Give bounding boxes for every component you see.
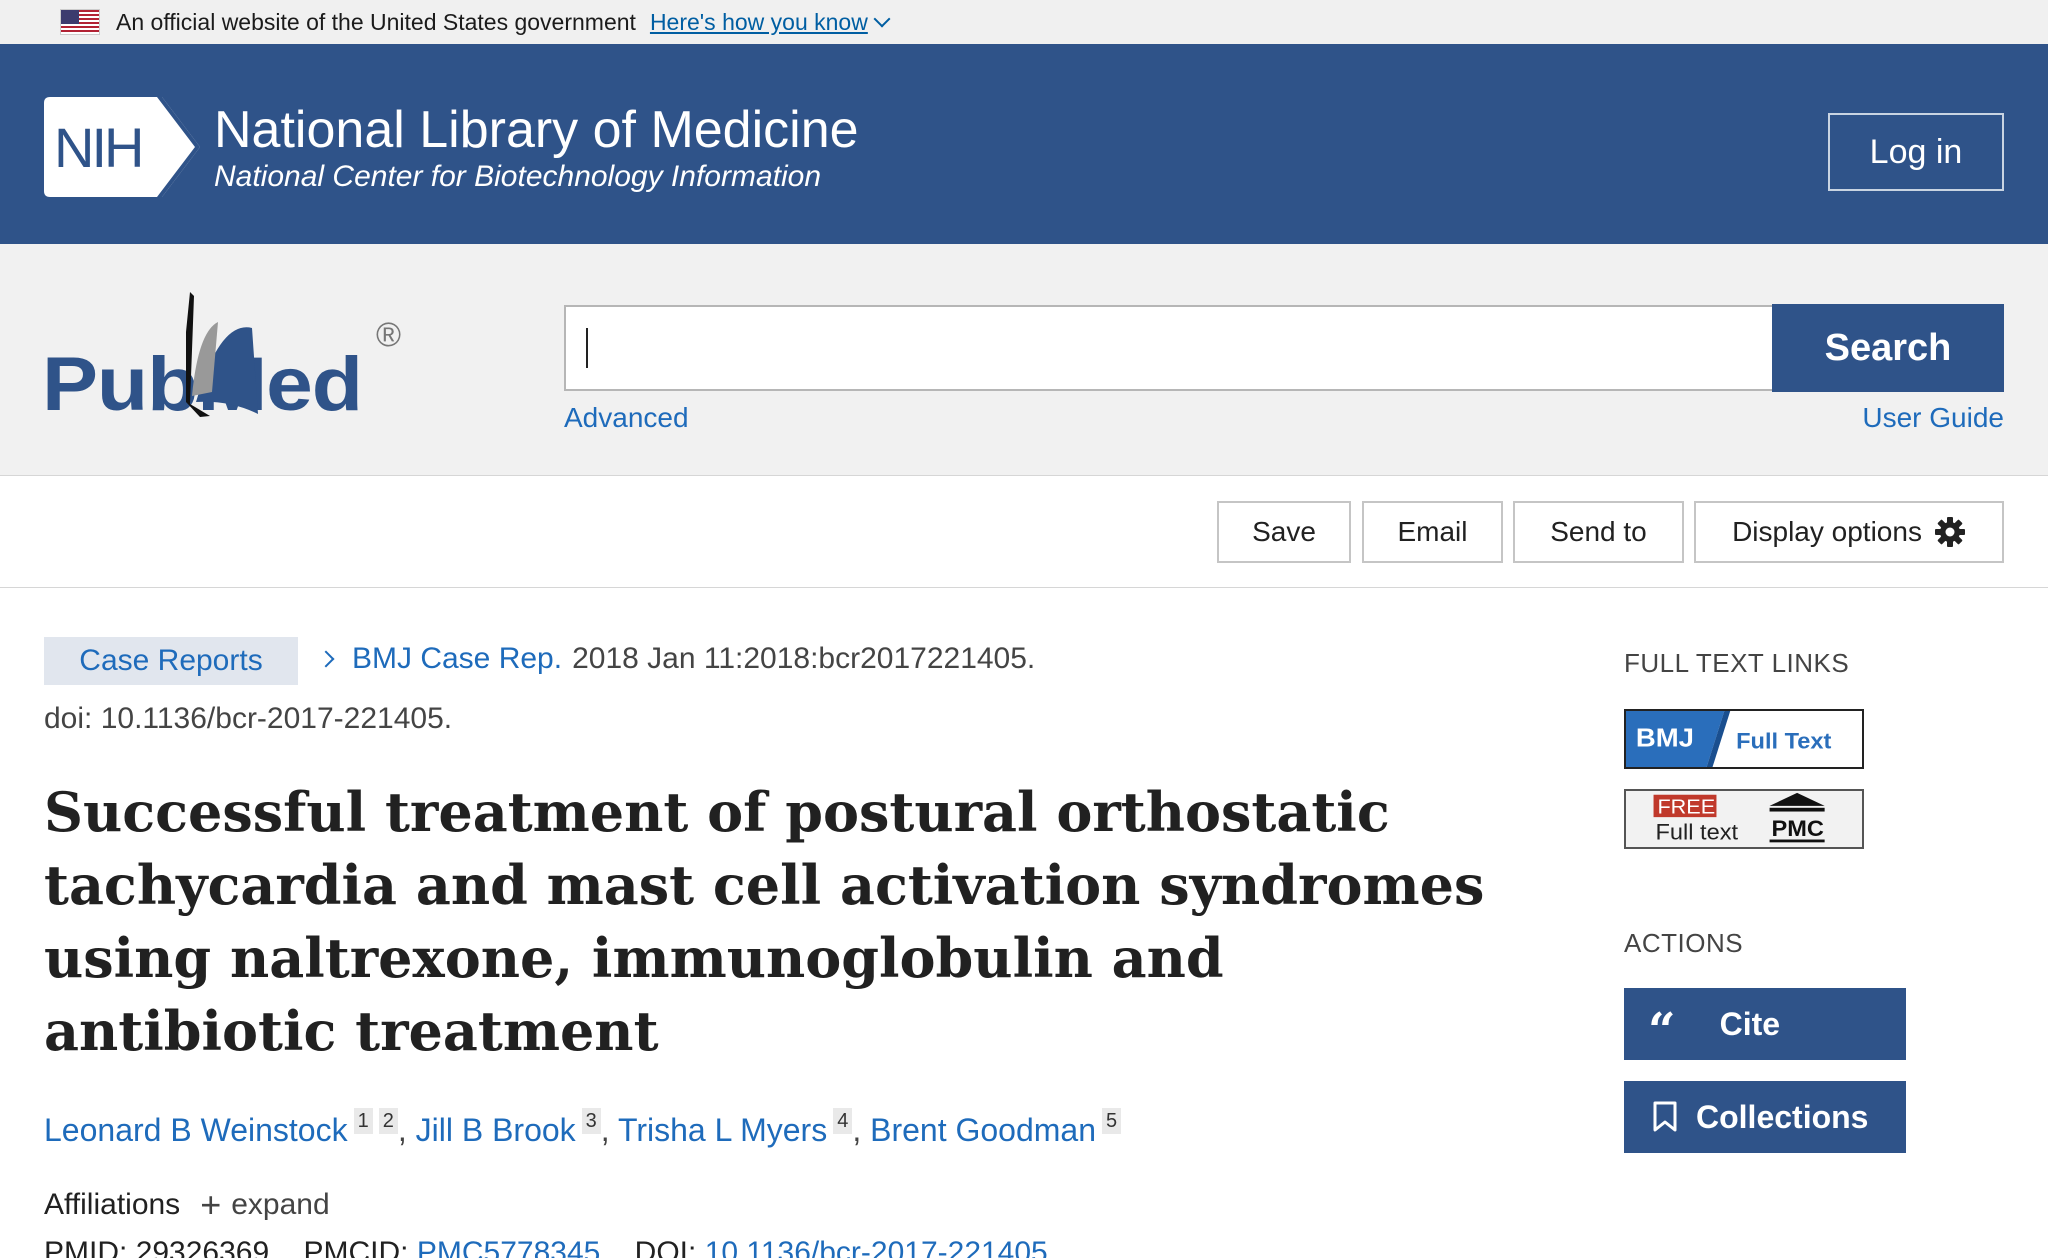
collections-button[interactable]: Collections [1624,1081,1906,1153]
author-link[interactable]: Brent Goodman [870,1112,1096,1148]
affiliation-ref[interactable]: 5 [1102,1108,1122,1134]
ncbi-subtitle: National Center for Biotechnology Inform… [214,160,822,193]
email-button[interactable]: Email [1362,501,1503,563]
user-guide-link[interactable]: User Guide [1862,402,2004,434]
pmid-value: 29326369 [135,1236,270,1258]
nih-header: NIH National Library of Medicine Nationa… [0,44,2048,244]
journal-link[interactable]: BMJ Case Rep. [352,642,562,676]
search-area: PubMed ® Search Advanced User Guide [0,244,2048,476]
registered-mark: ® [376,316,401,354]
pmc-logo: PMC [1772,815,1824,840]
affiliation-ref[interactable]: 1 [353,1108,373,1134]
plus-icon[interactable]: + [200,1184,221,1226]
affiliation-ref[interactable]: 3 [581,1108,601,1134]
chevron-right-icon [317,650,335,668]
citation-text: 2018 Jan 11:2018:bcr2017221405. [572,642,1036,675]
doi-line: doi: 10.1136/bcr-2017-221405. [44,702,453,735]
bookmark-icon [1653,1101,1677,1132]
author-link[interactable]: Jill B Brook [416,1112,576,1148]
collections-button-label: Collections [1696,1098,1869,1135]
citation-line: BMJ Case Rep. 2018 Jan 11:2018:bcr201722… [317,642,1036,676]
doi-label: DOI: [634,1236,697,1258]
chevron-down-icon [873,10,891,28]
identifiers-row: PMID: 29326369 PMCID: PMC5778345 DOI: 10… [44,1236,1048,1258]
text-cursor [586,328,588,368]
pmc-free-full-text-link[interactable]: FREE Full text PMC [1624,789,1864,849]
expand-affiliations-button[interactable]: expand [231,1188,329,1222]
gov-banner-text: An official website of the United States… [116,8,636,35]
cite-button[interactable]: “ Cite [1624,988,1906,1060]
bmj-full-text-label: Full Text [1736,728,1832,753]
quote-icon: “ [1648,1003,1676,1059]
gov-banner: An official website of the United States… [0,0,2048,44]
login-button[interactable]: Log in [1828,113,2004,191]
pmc-free-badge: FREE [1657,796,1715,818]
pmc-full-text-label: Full text [1656,819,1739,844]
affiliations-label: Affiliations [44,1188,181,1221]
bmj-logo: BMJ [1636,723,1694,752]
affiliations-row: Affiliations + expand [44,1184,330,1226]
heres-how-you-know-link[interactable]: Here's how you know [649,8,891,36]
display-options-button[interactable]: Display options [1694,501,2004,563]
pmcid-label: PMCID: [303,1236,409,1258]
pmcid-link[interactable]: PMC5778345 [417,1236,600,1258]
us-flag-icon [60,9,100,35]
author-link[interactable]: Leonard B Weinstock [44,1112,348,1148]
send-to-button[interactable]: Send to [1513,501,1684,563]
article-type-badge[interactable]: Case Reports [44,637,298,685]
nih-logo-text: NIH [54,116,141,179]
article-title: Successful treatment of postural orthost… [44,780,1485,1063]
nih-logo[interactable]: NIH [44,97,200,197]
full-text-links-heading: FULL TEXT LINKS [1624,648,1850,678]
affiliation-ref[interactable]: 2 [378,1108,398,1134]
author-link[interactable]: Trisha L Myers [618,1112,827,1148]
advanced-search-link[interactable]: Advanced [564,402,689,434]
pmid-label: PMID: [44,1236,128,1258]
nlm-title[interactable]: National Library of Medicine [214,100,859,160]
gov-link-label: Here's how you know [649,8,868,35]
search-input[interactable] [564,305,1774,391]
search-button[interactable]: Search [1772,304,2004,392]
affiliation-ref[interactable]: 4 [833,1108,853,1134]
gear-icon [1934,517,1965,547]
action-bar: Save Email Send to Display options [0,476,2048,588]
pubmed-logo[interactable]: PubMed ® [40,292,420,422]
doi-link[interactable]: 10.1136/bcr-2017-221405 [705,1236,1048,1258]
save-button[interactable]: Save [1217,501,1351,563]
bmj-full-text-link[interactable]: BMJ Full Text [1624,709,1864,769]
cite-button-label: Cite [1719,1005,1781,1042]
author-list: Leonard B Weinstock 1 2, Jill B Brook 3, Tr… [44,1108,1122,1149]
display-options-label: Display options [1732,516,1922,547]
actions-heading: ACTIONS [1624,928,1744,958]
